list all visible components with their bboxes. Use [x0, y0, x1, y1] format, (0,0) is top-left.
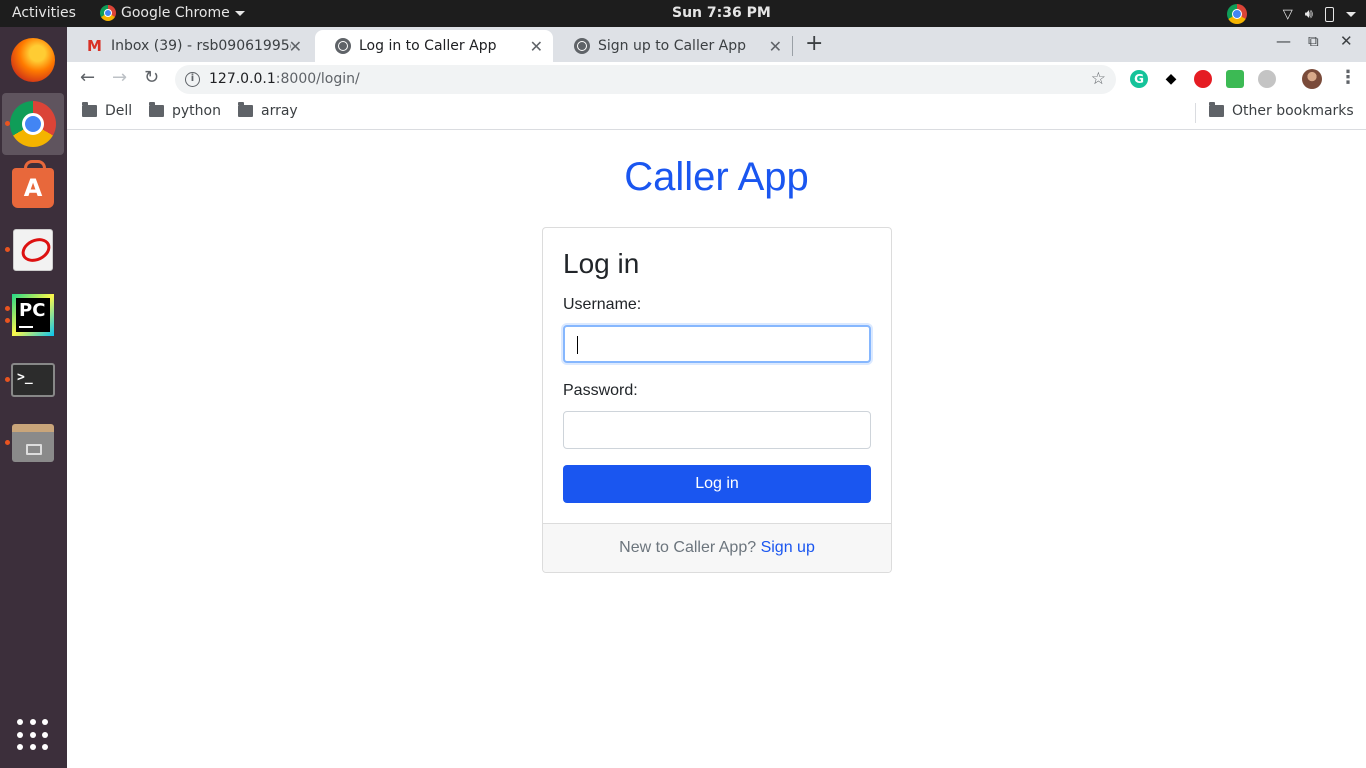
username-input[interactable]	[563, 325, 871, 363]
bookmark-folder-dell[interactable]: Dell	[82, 102, 132, 119]
grammarly-extension-icon[interactable]: G	[1130, 70, 1148, 88]
avatar[interactable]	[1302, 69, 1322, 89]
chrome-tray-icon[interactable]	[1226, 4, 1247, 24]
card-footer: New to Caller App? Sign up	[543, 523, 891, 572]
address-bar[interactable]: i 127.0.0.1:8000/login/ ☆	[175, 65, 1116, 94]
running-indicator	[5, 318, 10, 323]
chrome-icon	[10, 101, 56, 147]
username-label: Username:	[563, 296, 642, 313]
bookmarks-bar: Dell python array Other bookmarks	[67, 97, 1366, 130]
dock-firefox[interactable]	[2, 29, 64, 91]
app-menu-label: Google Chrome	[121, 5, 230, 21]
volume-icon: 🔊︎	[1304, 6, 1313, 22]
bookmark-folder-python[interactable]: python	[149, 102, 221, 119]
clock[interactable]: Sun 7:36 PM	[672, 5, 771, 21]
layers-extension-icon[interactable]: ◆	[1162, 70, 1180, 88]
folder-icon	[1209, 102, 1224, 117]
folder-icon	[149, 102, 164, 117]
mail-extension-icon[interactable]	[1226, 70, 1244, 88]
activities-button[interactable]: Activities	[12, 5, 76, 21]
restore-button[interactable]: ⧉	[1308, 32, 1319, 50]
wifi-icon: ▽	[1282, 6, 1293, 22]
web-page: Caller App Log in Username: Password: Lo…	[67, 131, 1366, 768]
pycharm-icon: PC	[12, 294, 54, 336]
tab-signup[interactable]: Sign up to Caller App ✕	[554, 30, 792, 62]
dock-software-center[interactable]: A	[2, 157, 64, 219]
back-button[interactable]: ←	[80, 67, 95, 88]
show-applications-icon[interactable]	[17, 719, 49, 751]
chevron-down-icon	[234, 10, 245, 16]
close-window-button[interactable]: ✕	[1340, 32, 1353, 50]
system-top-bar: Activities Google Chrome Sun 7:36 PM ▽ 🔊…	[0, 0, 1366, 27]
close-icon[interactable]: ✕	[769, 37, 782, 56]
login-card: Log in Username: Password: Log in New to…	[542, 227, 892, 573]
minimize-button[interactable]: —	[1276, 32, 1291, 50]
running-indicator	[5, 247, 10, 252]
tab-title: Log in to Caller App	[359, 38, 497, 54]
folder-icon	[238, 102, 253, 117]
globe-icon	[335, 38, 351, 54]
battery-icon	[1325, 6, 1334, 22]
firefox-icon	[11, 38, 55, 82]
running-indicator	[5, 440, 10, 445]
tab-login[interactable]: Log in to Caller App ✕	[315, 30, 553, 62]
info-icon[interactable]: i	[185, 72, 200, 87]
bookmarks-divider	[1195, 103, 1196, 123]
url-text[interactable]: 127.0.0.1:8000/login/	[209, 71, 360, 87]
new-tab-button[interactable]: +	[805, 31, 823, 56]
bookmark-star-icon[interactable]: ☆	[1091, 69, 1106, 89]
adblock-extension-icon[interactable]	[1194, 70, 1212, 88]
tab-title: Inbox (39) - rsb09061995@	[111, 38, 291, 54]
running-indicator	[5, 377, 10, 382]
globe-icon	[574, 38, 590, 54]
signup-link[interactable]: Sign up	[761, 539, 815, 556]
dock-files[interactable]	[2, 412, 64, 474]
chrome-icon	[100, 5, 116, 21]
forward-button[interactable]: →	[112, 67, 127, 88]
password-input[interactable]	[563, 411, 871, 449]
close-icon[interactable]: ✕	[530, 37, 543, 56]
dock-pycharm[interactable]: PC	[2, 284, 64, 346]
browser-toolbar: ← → ↻ i 127.0.0.1:8000/login/ ☆ G ◆ ⋮	[67, 62, 1366, 97]
dock-chrome[interactable]	[2, 93, 64, 155]
tab-strip: M Inbox (39) - rsb09061995@ ✕ Log in to …	[67, 27, 1366, 62]
login-heading: Log in	[563, 248, 640, 279]
close-icon[interactable]: ✕	[289, 37, 302, 56]
folder-icon	[82, 102, 97, 117]
reload-button[interactable]: ↻	[144, 67, 159, 88]
dock-terminal[interactable]: >_	[2, 349, 64, 411]
tab-separator	[792, 36, 793, 56]
app-menu[interactable]: Google Chrome	[100, 5, 245, 21]
footer-text: New to Caller App?	[619, 539, 757, 556]
system-tray[interactable]: ▽ 🔊︎	[1226, 4, 1356, 24]
browser-window: M Inbox (39) - rsb09061995@ ✕ Log in to …	[67, 27, 1366, 768]
running-indicator	[5, 306, 10, 311]
login-button[interactable]: Log in	[563, 465, 871, 503]
menu-kebab-icon[interactable]: ⋮	[1339, 67, 1357, 88]
gmail-icon: M	[87, 37, 102, 55]
globe-extension-icon[interactable]	[1258, 70, 1276, 88]
files-icon	[12, 424, 54, 462]
terminal-icon: >_	[11, 363, 55, 397]
pdf-viewer-icon	[13, 229, 53, 271]
dock-pdf-viewer[interactable]	[2, 219, 64, 281]
page-title: Caller App	[624, 155, 809, 199]
other-bookmarks[interactable]: Other bookmarks	[1209, 102, 1354, 119]
bookmark-folder-array[interactable]: array	[238, 102, 298, 119]
password-label: Password:	[563, 382, 638, 399]
tab-title: Sign up to Caller App	[598, 38, 747, 54]
software-center-icon: A	[12, 160, 54, 208]
dock: A PC >_	[0, 27, 67, 768]
system-menu-chevron-icon	[1346, 11, 1356, 17]
tab-inbox[interactable]: M Inbox (39) - rsb09061995@ ✕	[67, 30, 312, 62]
